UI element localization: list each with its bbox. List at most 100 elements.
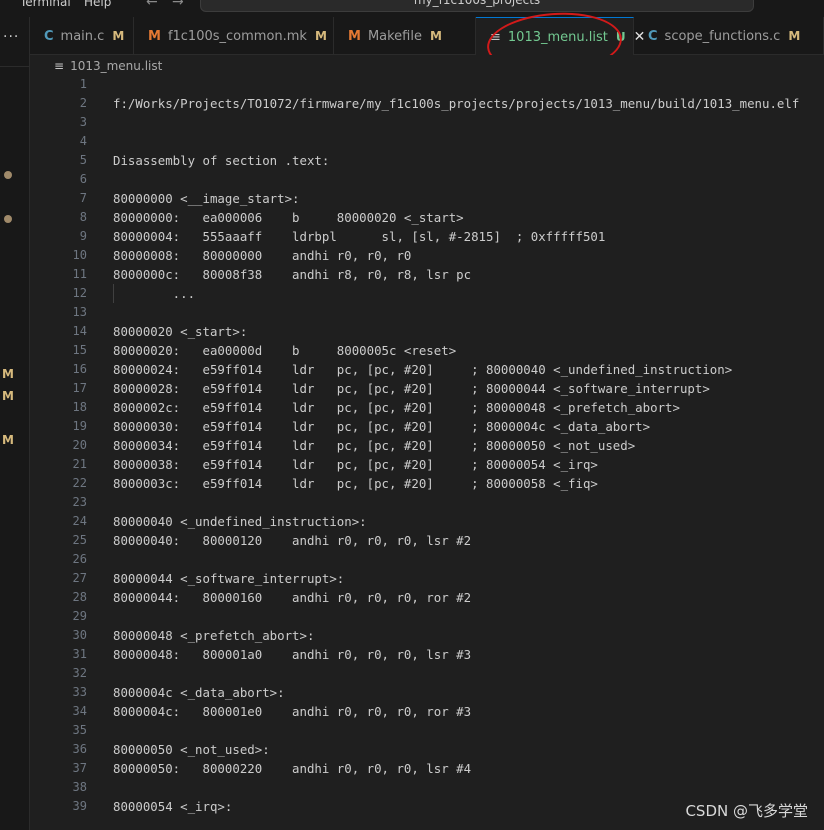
line-number: 2 [79, 96, 87, 110]
code-line[interactable]: 80000050: 80000220 andhi r0, r0, r0, lsr… [113, 759, 471, 778]
title-bar: Terminal Help ← → my_f1c100s_projects [0, 0, 824, 17]
modified-badge: M [2, 389, 14, 403]
line-number: 26 [72, 552, 87, 566]
line-number: 22 [72, 476, 87, 490]
line-number: 39 [72, 799, 87, 813]
code-line[interactable]: 80000050 <_not_used>: [113, 740, 270, 759]
menu-terminal[interactable]: Terminal [20, 0, 71, 9]
modified-dot-icon [4, 215, 12, 223]
line-number: 3 [79, 115, 87, 129]
code-line[interactable]: 80000034: e59ff014 ldr pc, [pc, #20] ; 8… [113, 436, 635, 455]
makefile-icon: M [148, 28, 161, 44]
line-number: 36 [72, 742, 87, 756]
line-number: 27 [72, 571, 87, 585]
code-line[interactable]: 80000028: e59ff014 ldr pc, [pc, #20] ; 8… [113, 379, 710, 398]
line-number: 1 [79, 77, 87, 91]
line-number: 28 [72, 590, 87, 604]
code-line[interactable]: 8000000c: 80008f38 andhi r8, r0, r8, lsr… [113, 265, 471, 284]
tab-label: Makefile [367, 28, 422, 44]
line-number: 13 [72, 305, 87, 319]
code-line[interactable]: 80000044: 80000160 andhi r0, r0, r0, ror… [113, 588, 471, 607]
code-line[interactable]: ... [113, 284, 195, 303]
tab-bar: C main.c M M f1c100s_common.mk M M Makef… [30, 17, 824, 56]
line-number: 25 [72, 533, 87, 547]
menu-help[interactable]: Help [84, 0, 111, 9]
line-number: 11 [72, 267, 87, 281]
code-line[interactable]: 80000054 <_irq>: [113, 797, 232, 816]
makefile-icon: M [348, 28, 361, 44]
code-line[interactable]: 80000048 <_prefetch_abort>: [113, 626, 314, 645]
code-line[interactable]: 8000002c: e59ff014 ldr pc, [pc, #20] ; 8… [113, 398, 680, 417]
line-number: 9 [79, 229, 87, 243]
tab-f1c100s-common-mk[interactable]: M f1c100s_common.mk M [134, 17, 334, 55]
activity-bar: ··· M M M [0, 17, 30, 830]
line-number: 20 [72, 438, 87, 452]
more-icon[interactable]: ··· [3, 29, 19, 45]
code-line[interactable]: 80000030: e59ff014 ldr pc, [pc, #20] ; 8… [113, 417, 650, 436]
line-number: 38 [72, 780, 87, 794]
code-line[interactable]: 80000020 <_start>: [113, 322, 247, 341]
line-number: 37 [72, 761, 87, 775]
watermark: CSDN @飞多学堂 [685, 802, 808, 820]
tab-1013-menu-list[interactable]: ≡ 1013_menu.list U ✕ [476, 17, 645, 56]
code-line[interactable]: 80000000: ea000006 b 80000020 <_start> [113, 208, 464, 227]
line-number: 18 [72, 400, 87, 414]
code-editor[interactable]: 1 2 3 4 5 6 7 8 9 10 11 12 13 14 15 16 17 18 19 20 21 22 23 24 2… [30, 75, 824, 830]
code-line[interactable]: 80000000 <__image_start>: [113, 189, 300, 208]
code-line[interactable]: f:/Works/Projects/TO1072/firmware/my_f1c… [113, 94, 799, 113]
line-number: 16 [72, 362, 87, 376]
command-center-search[interactable]: my_f1c100s_projects [200, 0, 754, 12]
line-number: 33 [72, 685, 87, 699]
code-line[interactable]: 8000004c: 800001e0 andhi r0, r0, r0, ror… [113, 702, 471, 721]
forward-arrow-icon[interactable]: → [172, 0, 184, 10]
code-line[interactable]: 8000004c <_data_abort>: [113, 683, 285, 702]
c-file-icon: C [648, 28, 658, 44]
line-number: 10 [72, 248, 87, 262]
tab-makefile[interactable]: M Makefile M [334, 17, 476, 55]
tab-status: U [615, 30, 626, 44]
code-line[interactable]: 80000040: 80000120 andhi r0, r0, r0, lsr… [113, 531, 471, 550]
back-arrow-icon[interactable]: ← [146, 0, 158, 10]
code-line[interactable]: 8000003c: e59ff014 ldr pc, [pc, #20] ; 8… [113, 474, 598, 493]
breadcrumb: ≡ 1013_menu.list [30, 55, 824, 77]
breadcrumb-file[interactable]: 1013_menu.list [70, 59, 162, 73]
code-line[interactable]: 80000020: ea00000d b 8000005c <reset> [113, 341, 456, 360]
line-number: 24 [72, 514, 87, 528]
line-number: 8 [79, 210, 87, 224]
line-number-gutter: 1 2 3 4 5 6 7 8 9 10 11 12 13 14 15 16 17 18 19 20 21 22 23 24 2… [30, 75, 90, 830]
line-number: 7 [79, 191, 87, 205]
activity-divider [0, 66, 30, 67]
line-number: 5 [79, 153, 87, 167]
line-number: 15 [72, 343, 87, 357]
line-number: 21 [72, 457, 87, 471]
tab-scope-functions-c[interactable]: C scope_functions.c M [634, 17, 824, 55]
line-number: 29 [72, 609, 87, 623]
tab-status: M [429, 29, 442, 43]
tab-label: scope_functions.c [664, 28, 781, 44]
line-number: 31 [72, 647, 87, 661]
code-content[interactable]: f:/Works/Projects/TO1072/firmware/my_f1c… [113, 75, 824, 830]
line-number: 12 [72, 286, 87, 300]
tab-label: 1013_menu.list [507, 29, 608, 45]
code-line[interactable]: 80000004: 555aaaff ldrbpl sl, [sl, #-281… [113, 227, 605, 246]
tab-main-c[interactable]: C main.c M [30, 17, 134, 55]
code-line[interactable]: 80000024: e59ff014 ldr pc, [pc, #20] ; 8… [113, 360, 732, 379]
modified-dot-icon [4, 171, 12, 179]
tab-status: M [314, 29, 327, 43]
line-number: 4 [79, 134, 87, 148]
code-line[interactable]: 80000048: 800001a0 andhi r0, r0, r0, lsr… [113, 645, 471, 664]
code-line[interactable]: 80000044 <_software_interrupt>: [113, 569, 344, 588]
code-line[interactable]: Disassembly of section .text: [113, 151, 329, 170]
line-number: 19 [72, 419, 87, 433]
line-number: 14 [72, 324, 87, 338]
tab-status: M [788, 29, 801, 43]
tab-label: main.c [60, 28, 105, 44]
code-line[interactable]: 80000040 <_undefined_instruction>: [113, 512, 367, 531]
line-number: 35 [72, 723, 87, 737]
line-number: 6 [79, 172, 87, 186]
list-file-icon: ≡ [54, 59, 65, 73]
code-line[interactable]: 80000008: 80000000 andhi r0, r0, r0 [113, 246, 411, 265]
line-number: 32 [72, 666, 87, 680]
tab-label: f1c100s_common.mk [167, 28, 307, 44]
code-line[interactable]: 80000038: e59ff014 ldr pc, [pc, #20] ; 8… [113, 455, 598, 474]
